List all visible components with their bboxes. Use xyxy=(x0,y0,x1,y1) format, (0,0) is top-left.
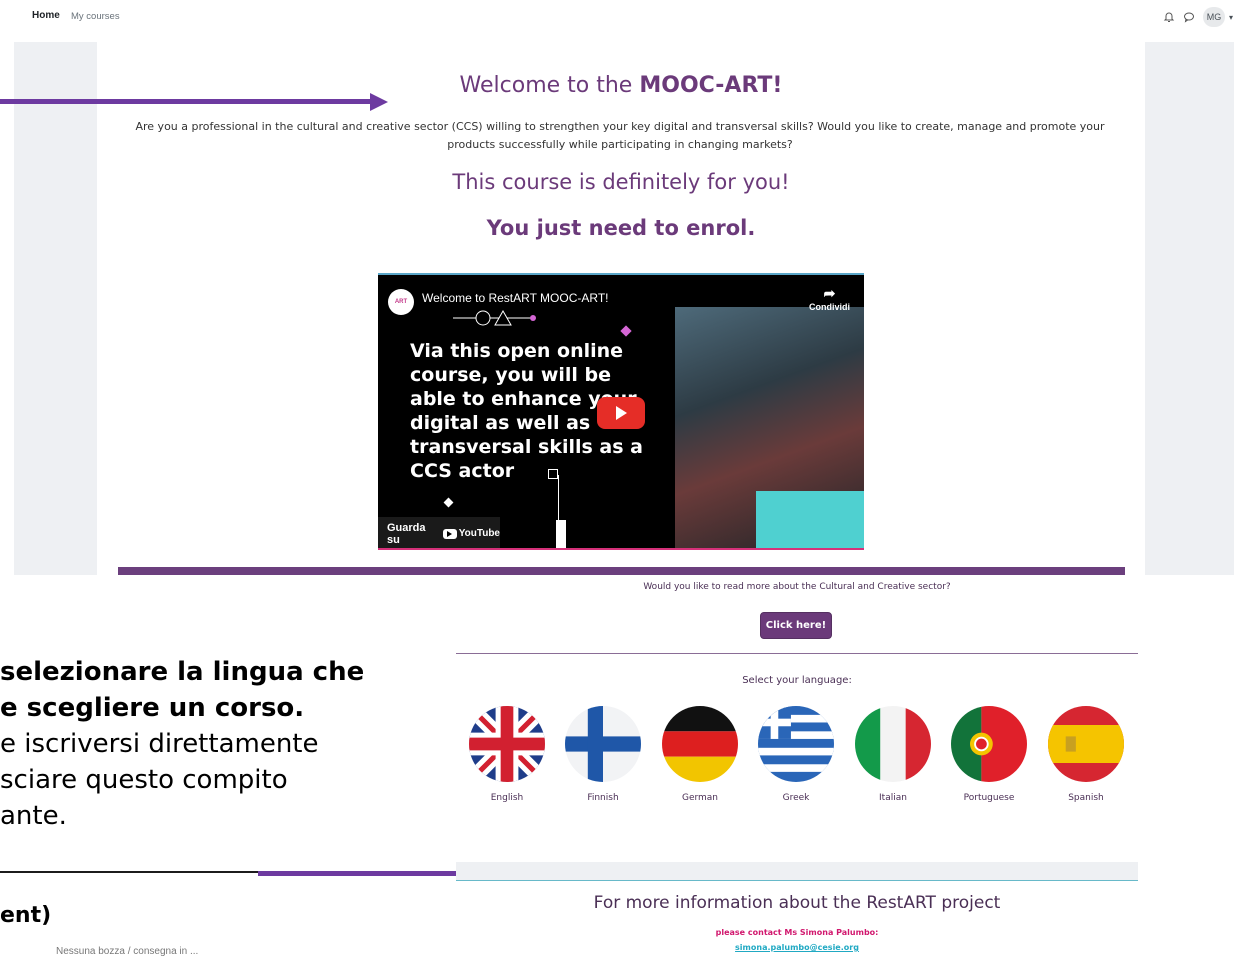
english-flag-icon[interactable] xyxy=(469,706,545,782)
select-language-label: Select your language: xyxy=(742,675,852,686)
portuguese-flag-icon[interactable] xyxy=(951,706,1027,782)
annotation-line: ante. xyxy=(0,801,67,831)
share-label: Condividi xyxy=(809,302,850,312)
decorative-bar xyxy=(556,520,566,548)
share-arrow-icon: ➦ xyxy=(823,285,836,301)
german-flag-icon[interactable] xyxy=(662,706,738,782)
watch-on-label: Guarda su xyxy=(387,521,426,546)
annotation-line: e iscriversi direttamente xyxy=(0,729,319,759)
finnish-flag-icon[interactable] xyxy=(565,706,641,782)
language-label-german[interactable]: German xyxy=(652,793,748,803)
read-more-text: Would you like to read more about the Cu… xyxy=(643,582,951,592)
user-tools: MG ▾ xyxy=(1163,7,1234,27)
youtube-logo-icon: YouTube xyxy=(442,528,500,539)
decorative-diamond-icon xyxy=(620,325,632,337)
language-label-spanish[interactable]: Spanish xyxy=(1038,793,1134,803)
annotation-line: selezionare la lingua che xyxy=(0,657,365,687)
bell-icon[interactable] xyxy=(1163,11,1175,23)
contact-email-link[interactable]: simona.palumbo@cesie.org xyxy=(456,943,1138,952)
welcome-heading: Welcome to the MOOC-ART! xyxy=(459,73,783,98)
annotation-line: sciare questo compito xyxy=(0,765,288,795)
spanish-flag-icon[interactable] xyxy=(1048,706,1124,782)
language-label-finnish[interactable]: Finnish xyxy=(555,793,651,803)
channel-logo[interactable]: ART xyxy=(388,289,414,315)
annotation-text: selezionare la lingua che e scegliere un… xyxy=(0,654,460,834)
annotation-connector-line xyxy=(258,871,456,876)
more-info-heading: For more information about the RestART p… xyxy=(593,893,1001,913)
click-here-button[interactable]: Click here! xyxy=(760,612,832,639)
decorative-diamond-icon xyxy=(443,497,454,508)
annotation-arrow-line xyxy=(0,99,372,104)
language-label-portuguese[interactable]: Portuguese xyxy=(941,793,1037,803)
youtube-wordmark: YouTube xyxy=(458,528,500,539)
chevron-down-icon[interactable]: ▾ xyxy=(1229,13,1233,22)
footer-gray-strip xyxy=(456,862,1138,880)
user-avatar[interactable]: MG xyxy=(1202,7,1225,27)
annotation-line: e scegliere un corso. xyxy=(0,693,305,723)
decorative-line xyxy=(558,475,559,520)
annotation-cutoff-text: Nessuna bozza / consegna in ... xyxy=(56,946,199,957)
top-navbar: Home My courses MG ▾ xyxy=(0,0,1234,34)
nav-home-link[interactable]: Home xyxy=(32,10,60,21)
section-divider xyxy=(456,653,1138,654)
share-button[interactable]: ➦ Condividi xyxy=(809,285,850,312)
video-teal-block xyxy=(756,491,864,548)
decorative-shapes-icon xyxy=(453,309,536,326)
enrol-heading: You just need to enrol. xyxy=(486,216,756,240)
play-button-icon[interactable] xyxy=(597,397,645,429)
annotation-underline xyxy=(0,871,258,873)
arrow-right-icon xyxy=(370,93,388,111)
intro-paragraph: Are you a professional in the cultural a… xyxy=(135,120,1105,151)
contact-text: please contact Ms Simona Palumbo: xyxy=(715,928,879,937)
greek-flag-icon[interactable] xyxy=(758,706,834,782)
annotation-heading-fragment: ent) xyxy=(0,903,52,928)
youtube-video-embed[interactable]: ART Welcome to RestART MOOC-ART! ➦ Condi… xyxy=(378,273,864,550)
purple-divider-bar xyxy=(118,567,1125,575)
language-label-english[interactable]: English xyxy=(459,793,555,803)
message-icon[interactable] xyxy=(1183,11,1195,23)
video-title[interactable]: Welcome to RestART MOOC-ART! xyxy=(422,291,609,305)
italian-flag-icon[interactable] xyxy=(855,706,931,782)
nav-my-courses-link[interactable]: My courses xyxy=(71,11,120,22)
decorative-square-icon xyxy=(548,469,558,479)
for-you-heading: This course is definitely for you! xyxy=(452,170,790,194)
watch-on-youtube-button[interactable]: Guarda su YouTube xyxy=(378,517,500,548)
language-label-greek[interactable]: Greek xyxy=(748,793,844,803)
footer-divider xyxy=(456,880,1138,881)
language-label-italian[interactable]: Italian xyxy=(845,793,941,803)
